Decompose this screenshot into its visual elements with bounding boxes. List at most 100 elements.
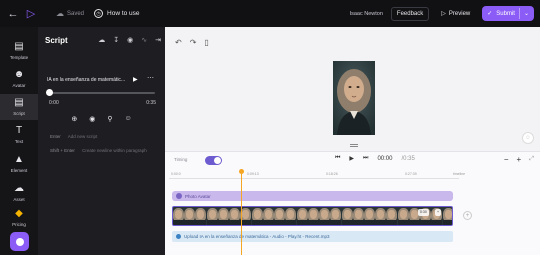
video-frame-thumbnail xyxy=(341,207,353,225)
top-bar-left: ← ▷ ☁ Saved ◷ How to use xyxy=(0,0,140,27)
playback-time: 00:00/0:35 xyxy=(377,156,423,162)
video-frame-thumbnail xyxy=(285,207,297,225)
video-frames-track[interactable] xyxy=(172,206,453,226)
submit-button[interactable]: ✓ Submit ⌄ xyxy=(482,6,534,21)
ruler-tick: 0:09:13 xyxy=(247,172,259,176)
hint-text: Create newline within paragraph xyxy=(82,148,147,153)
zoom-in-icon[interactable]: + xyxy=(517,155,522,164)
nav-label: Template xyxy=(9,55,29,60)
submit-label: Submit xyxy=(496,10,515,17)
nav-item-element[interactable]: ▲ Element xyxy=(0,154,38,173)
nav-label: Avatar xyxy=(12,83,26,88)
video-frame-thumbnail xyxy=(195,207,207,225)
aspect-ratio-icon[interactable]: ▯ xyxy=(204,38,208,47)
app-logo-icon[interactable]: ▷ xyxy=(24,7,38,21)
back-arrow-icon[interactable]: ← xyxy=(6,7,20,21)
feedback-button[interactable]: Feedback xyxy=(390,6,430,21)
play-icon[interactable]: ▶ xyxy=(133,76,138,83)
emotion-icon[interactable]: ☺ xyxy=(124,115,131,123)
timeline-panel: Timing ⏮ ▶ ⏭ 00:00/0:35 − + ⤢ 0:00:0 0:0… xyxy=(165,151,540,255)
nav-label: Element xyxy=(10,168,28,173)
video-frame-thumbnail xyxy=(262,207,274,225)
video-frame-thumbnail xyxy=(296,207,308,225)
video-frame-thumbnail xyxy=(352,207,364,225)
preview-button[interactable]: ▷ Preview xyxy=(435,7,476,20)
how-to-use-button[interactable]: ◷ How to use xyxy=(94,9,140,18)
nav-item-text[interactable]: T Text xyxy=(0,125,38,144)
duration: /0:35 xyxy=(401,155,415,162)
avatar-track-text: Photo Avatar xyxy=(185,193,211,199)
zoom-controls: − + ⤢ xyxy=(496,155,534,164)
user-avatar-button[interactable] xyxy=(10,232,29,251)
hint-key: Shift + Enter xyxy=(50,148,75,153)
video-frame-thumbnail xyxy=(319,207,331,225)
video-frame-thumbnail xyxy=(330,207,342,225)
zoom-out-icon[interactable]: − xyxy=(504,155,509,164)
how-to-use-label: How to use xyxy=(107,10,140,17)
collapse-arrow-icon[interactable]: ⇥ xyxy=(155,36,161,44)
play-icon[interactable]: ▶ xyxy=(349,155,354,162)
video-frame-thumbnail xyxy=(397,207,409,225)
globe-icon[interactable]: ◉ xyxy=(127,36,133,44)
ruler-tick: timeline xyxy=(453,172,466,176)
avatar-preview[interactable] xyxy=(333,61,375,135)
saved-status: ☁ Saved xyxy=(56,9,84,18)
video-frame-thumbnail xyxy=(251,207,263,225)
nav-item-pricing[interactable]: ◆ Pricing xyxy=(0,208,38,227)
video-frame-thumbnail xyxy=(307,207,319,225)
skip-forward-icon[interactable]: ⏭ xyxy=(363,155,368,162)
app-root: ← ▷ ☁ Saved ◷ How to use Isaac Newton Fe… xyxy=(0,0,540,255)
video-frame-thumbnail xyxy=(363,207,375,225)
chevron-down-icon[interactable]: ⌄ xyxy=(524,10,529,17)
timing-label: Timing xyxy=(174,157,188,162)
diamond-icon: ◆ xyxy=(15,208,23,219)
clip-add-tag[interactable]: + xyxy=(435,209,442,216)
video-frame-thumbnail xyxy=(375,207,387,225)
video-frame-thumbnail xyxy=(206,207,218,225)
playhead[interactable] xyxy=(239,169,244,255)
video-frame-thumbnail xyxy=(274,207,286,225)
timer-icon[interactable]: ⚲ xyxy=(107,115,112,123)
pause-circle-icon[interactable]: ◉ xyxy=(89,115,95,123)
nav-item-template[interactable]: ▤ Template xyxy=(0,41,38,60)
audio-progress-track[interactable] xyxy=(49,92,155,94)
script-icon: ▤ xyxy=(14,97,24,108)
nav-item-asset[interactable]: ☁ Asset xyxy=(0,183,38,202)
comment-icon[interactable]: ◌ xyxy=(522,132,534,144)
redo-icon[interactable]: ↷ xyxy=(190,38,197,47)
download-icon[interactable]: ↧ xyxy=(113,36,119,44)
voice-icon[interactable]: ∿ xyxy=(141,36,147,44)
expand-icon[interactable]: ⤢ xyxy=(529,156,534,163)
nav-item-avatar[interactable]: ☻ Avatar xyxy=(0,69,38,88)
upload-cloud-icon[interactable]: ☁ xyxy=(98,36,105,44)
video-frame-thumbnail xyxy=(442,207,452,225)
timing-toggle[interactable] xyxy=(205,156,222,165)
video-frame-thumbnail xyxy=(229,207,241,225)
panel-header: Script ☁ ↧ ◉ ∿ ⇥ xyxy=(38,27,165,53)
user-name[interactable]: Isaac Newton xyxy=(350,11,383,17)
clock-icon: ◷ xyxy=(94,9,104,18)
avatar-icon xyxy=(176,193,182,199)
avatar-track[interactable]: Photo Avatar xyxy=(172,191,453,201)
canvas-area: ↶ ↷ ▯ ◌ xyxy=(165,27,540,151)
audio-time-start: 0:00 xyxy=(49,100,59,106)
playhead-handle[interactable] xyxy=(239,169,244,174)
add-track-button[interactable]: + xyxy=(463,211,472,220)
video-frame-thumbnail xyxy=(240,207,252,225)
skip-back-icon[interactable]: ⏮ xyxy=(335,155,340,162)
more-icon[interactable]: ⋯ xyxy=(147,74,154,82)
undo-icon[interactable]: ↶ xyxy=(175,38,182,47)
nav-label: Asset xyxy=(13,197,25,202)
panel-toolbar: ☁ ↧ ◉ ∿ ⇥ xyxy=(90,27,161,53)
ruler-line xyxy=(169,178,459,179)
video-frame-thumbnail xyxy=(217,207,229,225)
timeline-ruler: 0:00:0 0:09:13 0:18:26 0:27:39 timeline xyxy=(169,172,465,180)
resize-grip-icon[interactable] xyxy=(350,144,358,147)
script-panel: Script ☁ ↧ ◉ ∿ ⇥ IA en la enseñanza de m… xyxy=(38,27,165,255)
panel-actions: ⊕ ◉ ⚲ ☺ xyxy=(38,115,165,123)
audio-progress-handle[interactable] xyxy=(46,89,53,96)
add-circle-icon[interactable]: ⊕ xyxy=(71,115,77,123)
nav-item-script[interactable]: ▤ Script xyxy=(0,94,38,120)
audio-track[interactable]: Upload IA en la enseñanza de matemática … xyxy=(172,231,453,242)
audio-player: IA en la enseñanza de matemátic... ▶ ⋯ 0… xyxy=(43,72,159,110)
